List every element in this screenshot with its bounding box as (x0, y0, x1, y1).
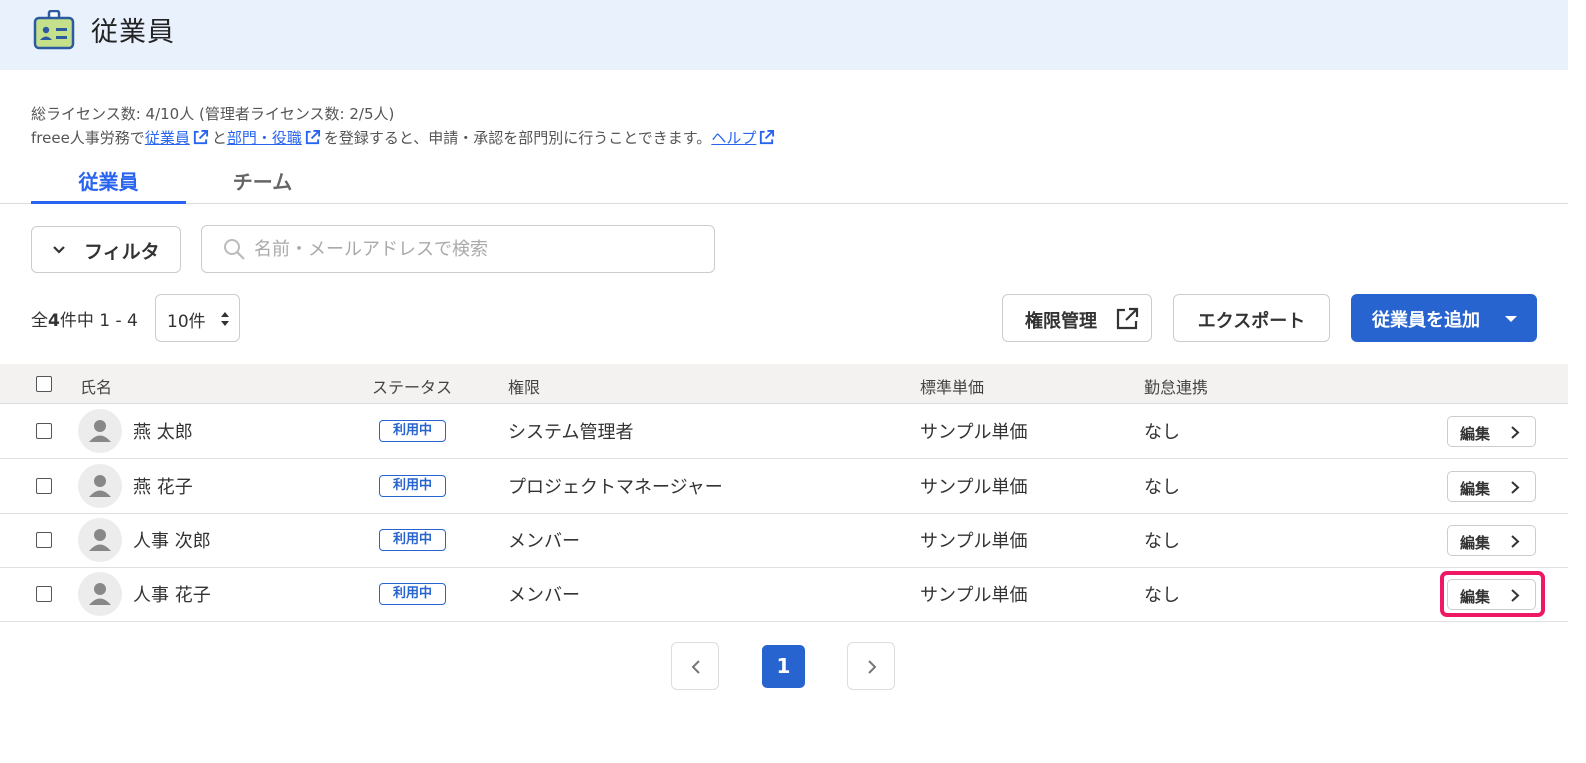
status-badge: 利用中 (379, 420, 446, 442)
per-page-value: 10件 (167, 312, 206, 332)
select-all-checkbox[interactable] (36, 376, 52, 392)
header-role: 権限 (508, 378, 541, 397)
tab-teams[interactable]: チーム (200, 166, 325, 204)
chevron-right-icon (1511, 535, 1520, 548)
status-badge: 利用中 (379, 529, 446, 551)
help-link[interactable]: ヘルプ (711, 129, 756, 147)
employee-role: プロジェクトマネージャー (508, 477, 723, 498)
permissions-label: 権限管理 (1025, 311, 1097, 332)
row-checkbox[interactable] (36, 532, 52, 548)
add-employee-button[interactable]: 従業員を追加 (1351, 294, 1537, 342)
help-middle: を登録すると、申請・承認を部門別に行うことできます。 (323, 129, 712, 147)
edit-button[interactable]: 編集 (1447, 525, 1536, 556)
employee-role: システム管理者 (508, 422, 634, 443)
help-conj: と (211, 129, 227, 147)
chevron-right-icon (1511, 481, 1520, 494)
avatar (78, 409, 122, 453)
table-row: 燕 太郎 利用中 システム管理者 サンプル単価 なし 編集 (0, 404, 1568, 459)
next-page-button[interactable] (847, 642, 895, 690)
header-price: 標準単価 (920, 378, 985, 397)
employee-name: 人事 花子 (133, 585, 211, 606)
avatar (78, 518, 122, 562)
employee-name: 人事 次郎 (133, 531, 211, 552)
employees-link[interactable]: 従業員 (145, 129, 190, 147)
chevron-left-icon (691, 660, 700, 674)
employee-name: 燕 太郎 (133, 422, 193, 443)
chevron-right-icon (1511, 426, 1520, 439)
export-label: エクスポート (1197, 311, 1306, 332)
result-count: 全4件中 1 - 4 (31, 311, 138, 331)
external-link-icon[interactable] (758, 129, 775, 146)
page-title: 従業員 (91, 17, 175, 48)
employee-sync: なし (1144, 422, 1180, 443)
employee-price: サンプル単価 (920, 531, 1028, 552)
table-header: 氏名 ステータス 権限 標準単価 勤怠連携 (0, 364, 1568, 404)
employee-badge-icon (33, 10, 75, 50)
search-icon (224, 239, 245, 260)
avatar (78, 572, 122, 616)
chevron-right-icon (868, 660, 877, 674)
employee-price: サンプル単価 (920, 585, 1028, 606)
tab-bar: 従業員 チーム (0, 158, 1568, 204)
search-input[interactable] (254, 234, 694, 264)
row-checkbox[interactable] (36, 478, 52, 494)
employee-sync: なし (1144, 531, 1180, 552)
edit-button[interactable]: 編集 (1447, 416, 1536, 447)
status-badge: 利用中 (379, 475, 446, 497)
page-header: 従業員 (0, 0, 1568, 70)
license-info: 総ライセンス数: 4/10人 (管理者ライセンス数: 2/5人) (31, 105, 395, 123)
employee-price: サンプル単価 (920, 422, 1028, 443)
avatar (78, 464, 122, 508)
search-box (201, 225, 715, 273)
tab-employees[interactable]: 従業員 (31, 166, 186, 204)
prev-page-button[interactable] (671, 642, 719, 690)
header-sync: 勤怠連携 (1144, 378, 1209, 397)
per-page-select[interactable]: 10件 (155, 294, 240, 342)
caret-down-icon[interactable] (1504, 315, 1518, 323)
page-number-current[interactable]: 1 (762, 645, 805, 688)
edit-button-highlight (1440, 571, 1545, 617)
status-badge: 利用中 (379, 583, 446, 605)
filter-label: フィルタ (84, 241, 160, 263)
user-icon (89, 475, 111, 497)
table-row: 人事 次郎 利用中 メンバー サンプル単価 なし 編集 (0, 513, 1568, 568)
chevron-down-icon (53, 246, 65, 254)
employee-role: メンバー (508, 531, 580, 552)
filter-button[interactable]: フィルタ (31, 226, 181, 273)
table-row: 人事 花子 利用中 メンバー サンプル単価 なし 編集 (0, 567, 1568, 622)
external-link-icon (1116, 307, 1139, 330)
table-row: 燕 花子 利用中 プロジェクトマネージャー サンプル単価 なし 編集 (0, 459, 1568, 514)
header-name: 氏名 (80, 378, 113, 397)
employee-price: サンプル単価 (920, 477, 1028, 498)
external-link-icon[interactable] (192, 129, 209, 146)
employee-sync: なし (1144, 477, 1180, 498)
header-status: ステータス (372, 378, 453, 397)
help-text: freee人事労務で従業員 と部門・役職 を登録すると、申請・承認を部門別に行うこと… (31, 127, 778, 148)
export-button[interactable]: エクスポート (1173, 294, 1330, 342)
permissions-button[interactable]: 権限管理 (1002, 294, 1152, 342)
row-checkbox[interactable] (36, 423, 52, 439)
add-employee-label: 従業員を追加 (1372, 310, 1480, 331)
employee-name: 燕 花子 (133, 477, 193, 498)
external-link-icon[interactable] (304, 129, 321, 146)
employee-sync: なし (1144, 585, 1180, 606)
sort-arrows-icon (221, 312, 229, 326)
departments-link[interactable]: 部門・役職 (227, 129, 302, 147)
help-prefix: freee人事労務で (31, 129, 145, 147)
edit-button[interactable]: 編集 (1447, 471, 1536, 502)
row-checkbox[interactable] (36, 586, 52, 602)
user-icon (89, 420, 111, 442)
employee-role: メンバー (508, 585, 580, 606)
user-icon (89, 529, 111, 551)
user-icon (89, 583, 111, 605)
